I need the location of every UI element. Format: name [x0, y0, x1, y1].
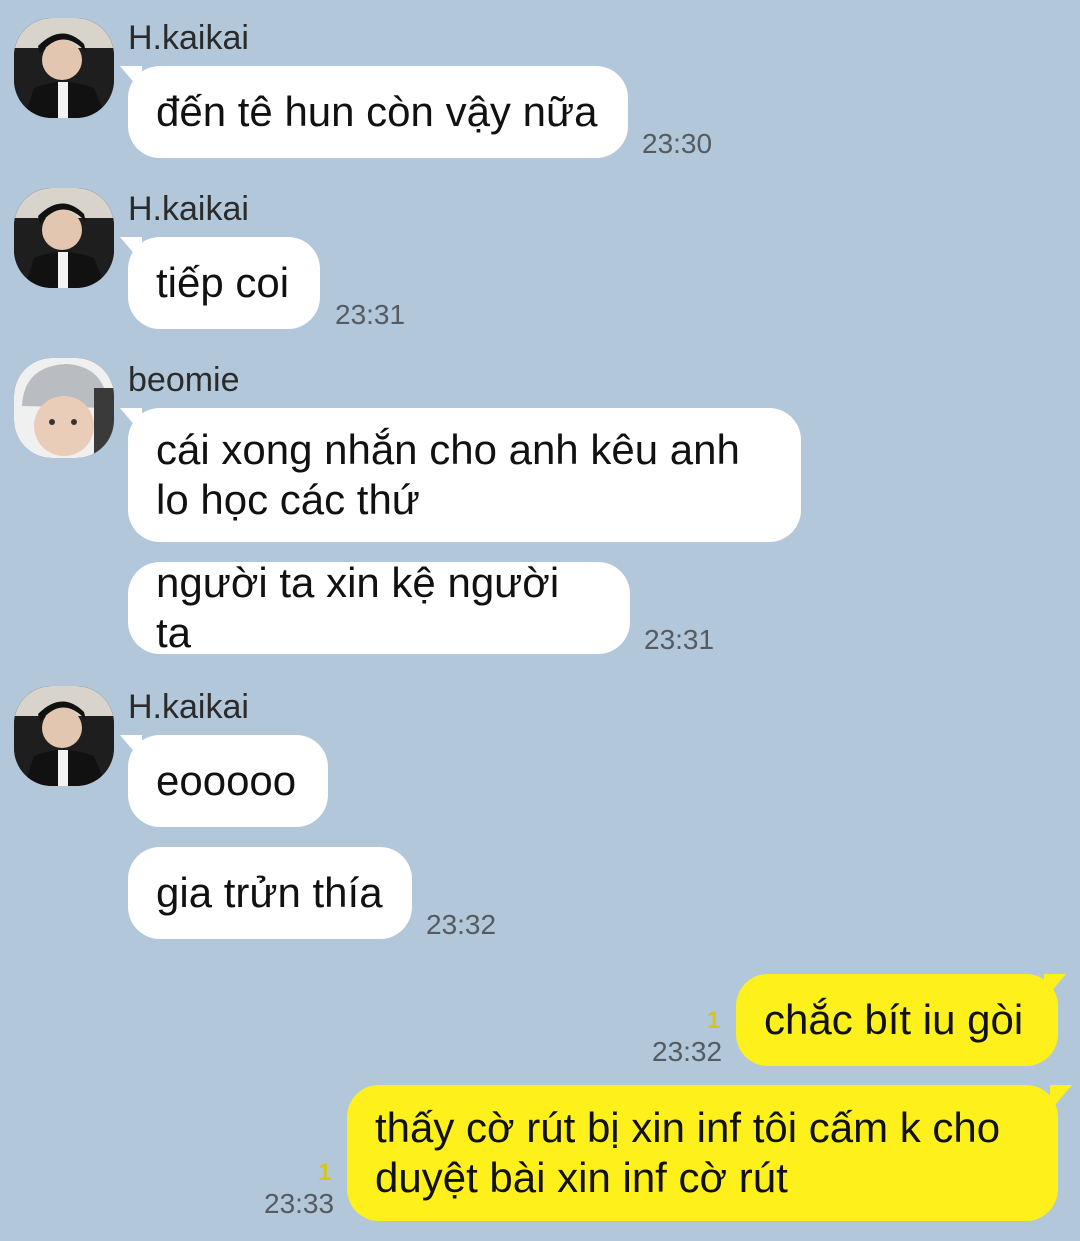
- message-text: người ta xin kệ người ta: [156, 559, 560, 656]
- sender-name: beomie: [128, 361, 240, 399]
- message-text: đến tê hun còn vậy nữa: [156, 88, 598, 135]
- message-bubble[interactable]: người ta xin kệ người ta: [128, 559, 630, 656]
- message-bubble[interactable]: eooooo: [120, 735, 328, 827]
- message-time: 23:33: [264, 1188, 335, 1219]
- message-text: eooooo: [156, 757, 297, 804]
- unread-count: 1: [318, 1159, 332, 1186]
- sender-name: H.kaikai: [128, 19, 249, 57]
- message-bubble[interactable]: tiếp coi: [120, 237, 320, 329]
- avatar-beomie[interactable]: [14, 358, 114, 458]
- unread-count: 1: [707, 1007, 721, 1034]
- message-time: 23:32: [426, 909, 497, 940]
- message-bubble[interactable]: thấy cờ rút bị xin inf tôi cấm k cho duy…: [347, 1085, 1058, 1221]
- message-text: gia trửn thía: [156, 869, 383, 916]
- message-text: tiếp coi: [156, 259, 290, 306]
- message-text-line: cái xong nhắn cho anh kêu anh: [156, 426, 740, 473]
- sender-name: H.kaikai: [128, 190, 249, 228]
- message-time: 23:32: [652, 1036, 723, 1067]
- message-bubble[interactable]: gia trửn thía: [128, 847, 412, 939]
- message-text-line: duyệt bài xin inf cờ rút: [375, 1154, 788, 1201]
- message-time: 23:30: [642, 128, 713, 159]
- message-bubble[interactable]: cái xong nhắn cho anh kêu anh lo học các…: [120, 408, 801, 542]
- avatar-hkaikai[interactable]: [14, 686, 114, 786]
- message-text-line: lo học các thứ: [156, 476, 420, 523]
- message-bubble[interactable]: đến tê hun còn vậy nữa: [120, 66, 628, 158]
- message-text: chắc bít iu gòi: [764, 996, 1024, 1043]
- avatar-hkaikai[interactable]: [14, 188, 114, 288]
- sender-name: H.kaikai: [128, 688, 249, 726]
- message-time: 23:31: [335, 299, 406, 330]
- message-text-line: thấy cờ rút bị xin inf tôi cấm k cho: [375, 1104, 1001, 1151]
- message-time: 23:31: [644, 624, 715, 655]
- bubble-tail: [1050, 1085, 1072, 1111]
- avatar-hkaikai[interactable]: [14, 18, 114, 118]
- message-bubble[interactable]: chắc bít iu gòi: [736, 974, 1066, 1066]
